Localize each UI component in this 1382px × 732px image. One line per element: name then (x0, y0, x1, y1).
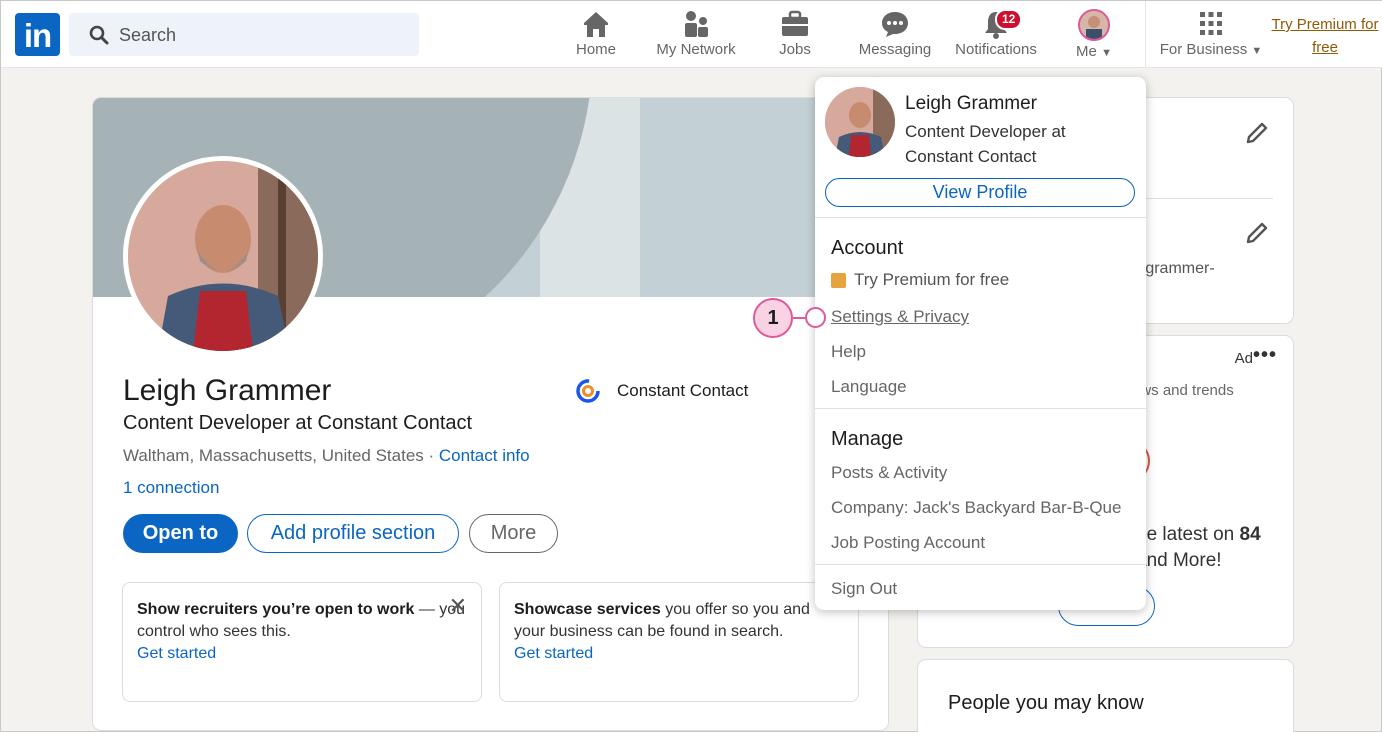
nav-for-business[interactable]: For Business ▼ (1159, 9, 1263, 63)
edit-pencil-icon[interactable] (1244, 220, 1270, 246)
premium-icon (831, 272, 846, 288)
more-options-icon[interactable]: ••• (1253, 344, 1277, 367)
nav-home[interactable]: Home (567, 9, 625, 63)
current-company[interactable]: Constant Contact (575, 378, 748, 404)
people-you-may-know-title: People you may know (948, 692, 1144, 714)
tip-title: Show recruiters you’re open to work (137, 601, 415, 618)
search-placeholder: Search (119, 25, 177, 45)
nav-jobs-label: Jobs (779, 41, 811, 58)
profile-location: Waltham, Massachusetts, United States · (123, 446, 439, 465)
showcase-services-tip: Showcase services you offer so you and y… (499, 582, 859, 702)
view-profile-button[interactable]: View Profile (825, 178, 1135, 207)
nav-divider (1145, 1, 1146, 68)
callout-connector (793, 317, 805, 319)
global-nav: in Search Home My Network Jobs Messaging… (1, 1, 1382, 68)
linkedin-logo-icon[interactable]: in (15, 13, 60, 56)
help-menu-item[interactable]: Help (831, 342, 866, 362)
dropdown-name: Leigh Grammer (905, 93, 1037, 114)
nav-me[interactable]: Me ▼ (1071, 9, 1117, 63)
language-menu-item[interactable]: Language (831, 377, 907, 397)
caret-down-icon: ▼ (1251, 45, 1263, 57)
notification-count-badge: 12 (995, 9, 1023, 30)
add-profile-section-button[interactable]: Add profile section (247, 514, 459, 553)
nav-messaging-label: Messaging (858, 41, 932, 58)
step-callout-badge: 1 (753, 298, 793, 338)
get-started-link[interactable]: Get started (137, 645, 216, 662)
profile-photo[interactable] (123, 156, 323, 356)
close-icon[interactable]: ✕ (449, 595, 467, 617)
account-heading: Account (831, 237, 904, 259)
company-name: Constant Contact (617, 381, 749, 400)
get-started-link[interactable]: Get started (514, 645, 593, 662)
profile-name: Leigh Grammer (123, 374, 332, 407)
people-you-may-know-card: People you may know (917, 659, 1294, 732)
caret-down-icon: ▼ (1101, 47, 1112, 59)
me-avatar (1078, 9, 1110, 41)
grid-apps-icon (1200, 12, 1222, 35)
job-posting-account-menu-item[interactable]: Job Posting Account (831, 533, 985, 553)
home-icon (584, 12, 608, 37)
me-dropdown-menu: Leigh Grammer Content Developer at Const… (815, 77, 1146, 610)
callout-target-dot (805, 307, 826, 328)
nav-my-network-label: My Network (656, 41, 736, 58)
my-network-icon (685, 11, 708, 37)
dropdown-headline: Content Developer at Constant Contact (905, 122, 1066, 166)
company-page-menu-item[interactable]: Company: Jack's Backyard Bar-B-Que (831, 498, 1121, 518)
nav-me-label: Me (1076, 43, 1097, 60)
messaging-icon (882, 12, 908, 37)
constant-contact-logo-icon (576, 379, 600, 403)
profile-headline: Content Developer at Constant Contact (123, 412, 473, 434)
more-button[interactable]: More (469, 514, 558, 553)
ad-label: Ad (1234, 350, 1253, 367)
nav-notifications[interactable]: 12 Notifications (951, 9, 1041, 63)
tip-title: Showcase services (514, 601, 661, 618)
try-premium-link[interactable]: Try Premium for free (1267, 13, 1382, 59)
connections-link[interactable]: 1 connection (123, 478, 219, 498)
profile-url-fragment[interactable]: -grammer- (1140, 260, 1215, 278)
dropdown-avatar (825, 87, 895, 157)
settings-privacy-menu-item[interactable]: Settings & Privacy (831, 307, 969, 327)
search-input[interactable]: Search (69, 13, 419, 56)
open-to-button[interactable]: Open to (123, 514, 238, 553)
jobs-briefcase-icon (782, 10, 808, 36)
try-premium-menu-item[interactable]: Try Premium for free (831, 270, 1009, 290)
nav-jobs[interactable]: Jobs (775, 9, 815, 63)
contact-info-link[interactable]: Contact info (439, 446, 530, 465)
sign-out-menu-item[interactable]: Sign Out (831, 579, 897, 599)
nav-messaging[interactable]: Messaging (857, 9, 933, 63)
nav-for-business-label: For Business (1159, 41, 1248, 58)
ad-text: he latest on 84 and More! (1136, 524, 1261, 571)
nav-notifications-label: Notifications (955, 41, 1037, 58)
open-to-work-tip: ✕ Show recruiters you’re open to work — … (122, 582, 482, 702)
edit-pencil-icon[interactable] (1244, 120, 1270, 146)
ad-subtitle: ews and trends (1132, 382, 1234, 399)
posts-activity-menu-item[interactable]: Posts & Activity (831, 463, 947, 483)
manage-heading: Manage (831, 428, 904, 450)
profile-card: Leigh Grammer Content Developer at Const… (92, 97, 889, 731)
nav-home-label: Home (575, 41, 616, 58)
nav-my-network[interactable]: My Network (651, 9, 741, 63)
search-icon (89, 25, 109, 45)
